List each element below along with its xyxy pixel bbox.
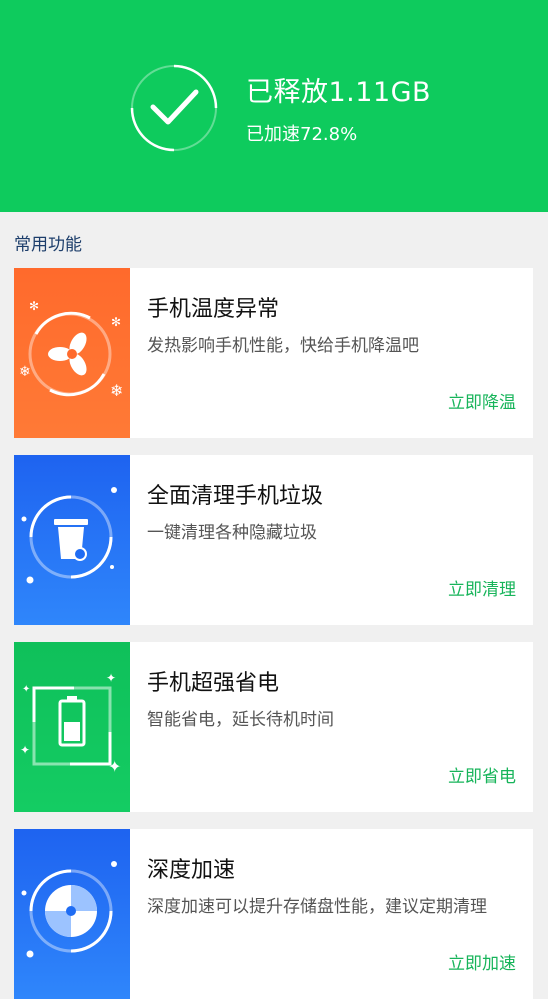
- fan-icon: ✻ ✻ ❄ ❄: [14, 268, 130, 438]
- header-banner: 已释放1.11GB 已加速72.8%: [0, 0, 548, 212]
- card-title: 手机超强省电: [147, 671, 280, 696]
- feature-card-power-saving[interactable]: ✦ ✦ ✦ ✦ 手机超强省电 智能省电，延长待机时间 立即省电: [14, 642, 533, 812]
- svg-text:❄: ❄: [19, 364, 31, 380]
- card-description: 智能省电，延长待机时间: [147, 710, 334, 730]
- svg-text:✻: ✻: [29, 299, 39, 313]
- svg-text:✦: ✦: [108, 757, 121, 776]
- card-description: 一键清理各种隐藏垃圾: [147, 523, 317, 543]
- released-memory-text: 已释放1.11GB: [246, 77, 432, 108]
- svg-text:✦: ✦: [106, 671, 116, 685]
- svg-text:✻: ✻: [111, 315, 121, 329]
- section-title: 常用功能: [14, 235, 82, 255]
- check-circle-icon: [130, 64, 218, 152]
- trash-icon: [14, 455, 130, 625]
- battery-icon: ✦ ✦ ✦ ✦: [14, 642, 130, 812]
- feature-card-deep-speedup[interactable]: 深度加速 深度加速可以提升存储盘性能，建议定期清理 立即加速: [14, 829, 533, 999]
- svg-text:❄: ❄: [110, 381, 123, 400]
- clean-now-button[interactable]: 立即清理: [448, 575, 516, 600]
- save-power-button[interactable]: 立即省电: [448, 762, 516, 787]
- card-title: 深度加速: [147, 858, 236, 883]
- card-title: 全面清理手机垃圾: [147, 484, 324, 509]
- card-description: 发热影响手机性能，快给手机降温吧: [147, 336, 419, 356]
- card-description: 深度加速可以提升存储盘性能，建议定期清理: [147, 897, 487, 917]
- feature-card-clean[interactable]: 全面清理手机垃圾 一键清理各种隐藏垃圾 立即清理: [14, 455, 533, 625]
- card-title: 手机温度异常: [147, 297, 280, 322]
- cool-down-button[interactable]: 立即降温: [448, 388, 516, 413]
- speedup-percent-text: 已加速72.8%: [246, 124, 358, 145]
- disk-icon: [14, 829, 130, 999]
- svg-text:✦: ✦: [22, 684, 30, 695]
- feature-card-cooling[interactable]: ✻ ✻ ❄ ❄ 手机温度异常 发热影响手机性能，快给手机降温吧 立即降温: [14, 268, 533, 438]
- svg-text:✦: ✦: [20, 743, 30, 757]
